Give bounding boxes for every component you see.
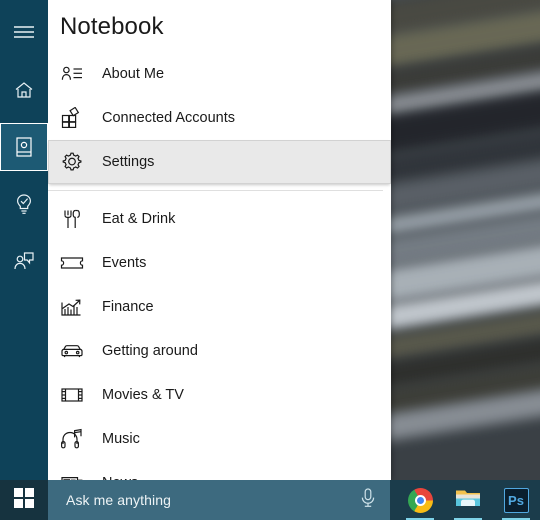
notebook-item-label: Eat & Drink <box>102 211 176 227</box>
notebook-item-events[interactable]: Events <box>48 241 391 285</box>
notebook-item-news[interactable]: News <box>48 461 391 481</box>
sidebar-item-notebook[interactable] <box>0 123 48 171</box>
taskbar-app-file-explorer[interactable] <box>444 480 492 520</box>
notebook-item-label: Finance <box>102 299 154 315</box>
cortana-icon-rail <box>0 0 48 481</box>
chrome-icon <box>407 487 433 513</box>
person-speech-bubble-icon <box>12 250 36 272</box>
notebook-item-finance[interactable]: Finance <box>48 285 391 329</box>
sidebar-item-reminders[interactable] <box>0 180 48 228</box>
notebook-category-list: Eat & Drink Events Finance Getting aroun… <box>48 197 391 481</box>
home-icon <box>13 79 35 101</box>
search-input[interactable]: Ask me anything <box>48 480 346 520</box>
notebook-item-eat-and-drink[interactable]: Eat & Drink <box>48 197 391 241</box>
connected-blocks-icon <box>60 107 88 129</box>
notebook-item-label: Connected Accounts <box>102 110 236 126</box>
list-divider <box>48 190 383 191</box>
notebook-primary-list: About Me Connected Accounts Settings <box>48 52 391 184</box>
gear-icon <box>60 150 88 174</box>
folder-icon <box>454 486 482 515</box>
hamburger-menu-button[interactable] <box>0 8 48 56</box>
notebook-item-connected-accounts[interactable]: Connected Accounts <box>48 96 391 140</box>
notebook-item-movies-and-tv[interactable]: Movies & TV <box>48 373 391 417</box>
taskbar-app-buttons: Ps <box>390 480 540 520</box>
search-placeholder: Ask me anything <box>66 492 171 508</box>
notebook-item-settings[interactable]: Settings <box>48 140 391 184</box>
page-title: Notebook <box>60 13 164 40</box>
photoshop-icon: Ps <box>503 487 529 513</box>
sidebar-item-home[interactable] <box>0 66 48 114</box>
taskbar-app-adobe-photoshop[interactable]: Ps <box>492 480 540 520</box>
cortana-notebook-panel: Notebook About Me Connected Accounts Set… <box>0 0 391 481</box>
car-icon <box>60 342 88 360</box>
desktop-screen: Notebook About Me Connected Accounts Set… <box>0 0 540 520</box>
lightbulb-check-icon <box>13 192 35 216</box>
taskbar-app-google-chrome[interactable] <box>396 480 444 520</box>
notebook-content: Notebook About Me Connected Accounts Set… <box>48 0 391 481</box>
microphone-button[interactable] <box>346 480 390 520</box>
windows-logo-icon <box>13 487 35 514</box>
headphones-note-icon <box>60 428 88 450</box>
notebook-item-label: About Me <box>102 66 165 82</box>
fork-knife-icon <box>60 207 88 231</box>
notebook-item-label: Settings <box>102 154 155 170</box>
notebook-item-label: Getting around <box>102 343 198 359</box>
hamburger-icon <box>13 24 35 40</box>
notebook-item-label: Music <box>102 431 140 447</box>
notebook-item-label: Movies & TV <box>102 387 184 403</box>
taskbar: Ask me anything Ps <box>0 480 540 520</box>
person-list-icon <box>60 64 88 84</box>
ticket-icon <box>60 255 88 271</box>
notebook-item-about-me[interactable]: About Me <box>48 52 391 96</box>
bar-chart-arrow-icon <box>60 296 88 318</box>
notebook-icon <box>13 135 35 159</box>
film-strip-icon <box>60 386 88 404</box>
notebook-item-getting-around[interactable]: Getting around <box>48 329 391 373</box>
start-button[interactable] <box>0 480 48 520</box>
notebook-item-label: Events <box>102 255 147 271</box>
sidebar-item-feedback[interactable] <box>0 237 48 285</box>
microphone-icon <box>359 487 377 514</box>
notebook-item-music[interactable]: Music <box>48 417 391 461</box>
